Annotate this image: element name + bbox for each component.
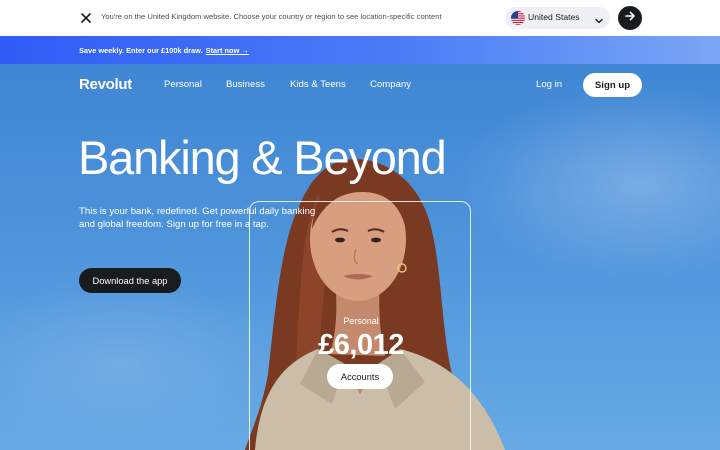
arrow-right-icon — [624, 9, 636, 27]
signup-button[interactable]: Sign up — [583, 73, 642, 97]
hero-headline: Banking & Beyond — [78, 131, 447, 184]
chevron-down-icon — [594, 13, 604, 24]
revolut-logo[interactable]: Revolut — [79, 76, 132, 93]
login-link[interactable]: Log in — [536, 79, 562, 90]
nav-company[interactable]: Company — [370, 79, 411, 90]
balance-amount: £6,012 — [318, 329, 404, 361]
promo-message: Save weekly. Enter our £100k draw. — [79, 46, 203, 55]
country-selector[interactable]: United States — [505, 7, 610, 29]
accounts-button[interactable]: Accounts — [327, 364, 393, 389]
balance-card: Personal £6,012 Accounts — [249, 201, 471, 450]
nav-personal[interactable]: Personal — [164, 79, 202, 90]
nav-business[interactable]: Business — [226, 79, 265, 90]
region-notice-bar: You're on the United Kingdom website. Ch… — [0, 0, 720, 36]
country-selector-label: United States — [528, 12, 580, 22]
region-notice-message: You're on the United Kingdom website. Ch… — [101, 12, 442, 21]
promo-start-link[interactable]: Start now → — [206, 46, 249, 55]
download-app-button[interactable]: Download the app — [79, 268, 181, 293]
us-flag-icon — [511, 11, 525, 25]
promo-text: Save weekly. Enter our £100k draw. Start … — [79, 46, 249, 55]
confirm-country-button[interactable] — [618, 6, 642, 30]
nav-kids-teens[interactable]: Kids & Teens — [290, 79, 346, 90]
close-icon[interactable] — [79, 11, 93, 25]
promo-banner: Save weekly. Enter our £100k draw. Start … — [0, 36, 720, 64]
account-type-label: Personal — [343, 316, 379, 326]
